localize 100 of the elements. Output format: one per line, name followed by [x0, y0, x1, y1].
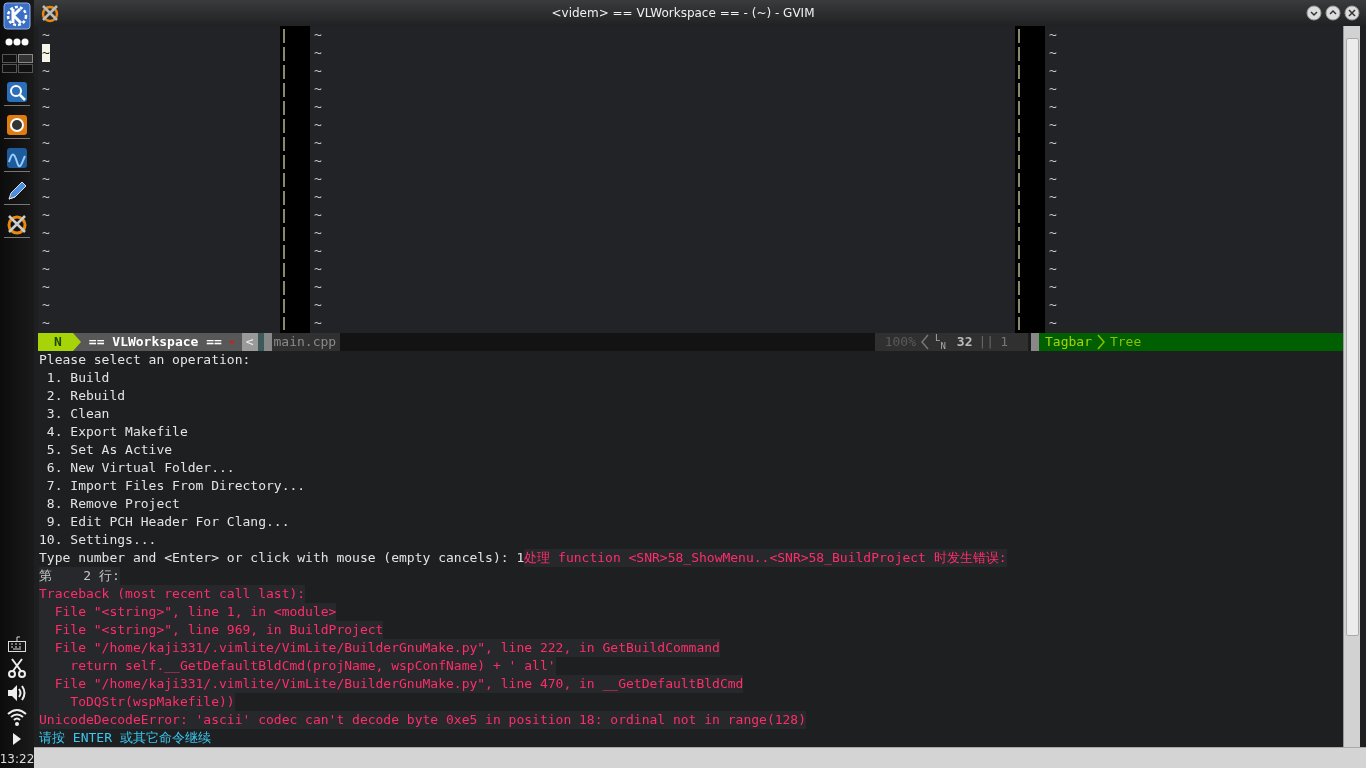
empty-line-marker: ~	[314, 98, 322, 116]
line-number: 32	[955, 333, 974, 351]
empty-line-marker: ~	[1049, 26, 1057, 44]
message-text: 9. Edit PCH Header For Clang...	[45, 513, 290, 531]
empty-line-marker: ~	[1049, 260, 1057, 278]
continue-prompt: 请按 ENTER 或其它命令继续	[39, 729, 211, 747]
empty-line-marker: ~	[314, 260, 322, 278]
empty-line-marker: ~	[1049, 242, 1057, 260]
empty-line-marker: ~	[42, 116, 50, 134]
empty-line-marker: ~	[314, 314, 322, 332]
error-message: File "<string>", line 969, in BuildProject	[39, 621, 384, 639]
crossed-tools-icon[interactable]	[40, 3, 60, 23]
desktop-pager-icon[interactable]	[1, 54, 33, 73]
buffer-tab[interactable]: main.cpp	[271, 333, 341, 351]
line-info: 第 2 行:	[39, 567, 120, 585]
empty-line-marker: ~	[314, 170, 322, 188]
error-message: File "/home/kaji331/.vimlite/VimLite/BuilderGnuMake.py", line 470, in __GetDefaultBldCmd	[39, 675, 744, 693]
empty-line-marker: ~	[1049, 44, 1057, 62]
empty-line-marker: ~	[42, 206, 50, 224]
empty-line-marker: ~	[1049, 278, 1057, 296]
empty-line-marker: ~	[42, 152, 50, 170]
error-message: 处理 function <SNR>58_ShowMenu..<SNR>58_BuildProject 时发生错误:	[524, 549, 1007, 567]
empty-line-marker: ~	[1049, 62, 1057, 80]
empty-line-marker: ~	[1049, 314, 1057, 332]
more-icon[interactable]	[5, 38, 29, 46]
wifi-icon[interactable]	[7, 708, 27, 726]
error-message: File "<string>", line 1, in <module>	[39, 603, 337, 621]
error-message: UnicodeDecodeError: 'ascii' codec can't decode byte 0xe5 in position 18: ordinal not in range(128)	[39, 711, 806, 729]
sidebar-view: Tree	[1108, 333, 1142, 351]
empty-line-marker: ~	[1049, 80, 1057, 98]
empty-line-marker: ~	[42, 224, 50, 242]
empty-line-marker: ~	[314, 116, 322, 134]
empty-line-marker: ~	[1049, 152, 1057, 170]
empty-line-marker: ~	[314, 206, 322, 224]
message-text: 4. Export Makefile	[45, 423, 188, 441]
window-separator[interactable]	[280, 26, 310, 333]
empty-line-marker: ~	[42, 188, 50, 206]
camera-icon[interactable]	[6, 114, 28, 136]
segment-arrow-icon[interactable]	[71, 333, 81, 351]
empty-line-marker: ~	[42, 62, 50, 80]
line-symbol: LN	[934, 334, 947, 350]
empty-line-marker: ~	[42, 278, 50, 296]
waveform-icon[interactable]	[6, 147, 28, 169]
empty-line-marker: ~	[42, 98, 50, 116]
maximize-icon[interactable]	[1325, 5, 1341, 21]
message-text: 1. Build	[45, 369, 110, 387]
message-text: Please select an operation:	[39, 351, 251, 369]
minimize-icon[interactable]	[1306, 5, 1322, 21]
empty-line-marker: ~	[314, 224, 322, 242]
empty-line-marker: ~	[1049, 224, 1057, 242]
message-text: 6. New Virtual Folder...	[45, 459, 235, 477]
empty-line-marker: ~	[1049, 116, 1057, 134]
empty-line-marker: ~	[314, 134, 322, 152]
message-text: 3. Clean	[45, 405, 110, 423]
pencil-icon[interactable]	[6, 180, 28, 202]
empty-line-marker: ~	[314, 62, 322, 80]
empty-line-marker: ~	[42, 170, 50, 188]
start-menu-icon[interactable]	[3, 2, 31, 30]
window-separator[interactable]	[1015, 26, 1045, 333]
clock: 13:22	[0, 752, 35, 766]
empty-line-marker: ~	[1049, 170, 1057, 188]
scrollbar[interactable]	[1343, 26, 1360, 747]
message-text: 8. Remove Project	[45, 495, 180, 513]
keyboard-icon[interactable]	[8, 636, 26, 652]
segment-chevron-icon[interactable]	[920, 333, 930, 351]
empty-line-marker: ~	[42, 314, 50, 332]
close-icon[interactable]	[1344, 5, 1360, 21]
empty-line-marker: ~	[42, 242, 50, 260]
message-text: 10. Settings...	[39, 531, 157, 549]
message-text: Type number and <Enter> or click with mouse (empty cancels): 1	[39, 549, 525, 567]
empty-line-marker: ~	[314, 152, 322, 170]
sidebar-name: Tagbar	[1044, 333, 1093, 351]
empty-line-marker: ~	[42, 80, 50, 98]
empty-line-marker: ~	[1049, 134, 1057, 152]
empty-line-marker: ~	[314, 296, 322, 314]
empty-line-marker: ~	[1049, 296, 1057, 314]
empty-line-marker: ~	[314, 26, 322, 44]
segment-chevron-icon[interactable]	[1095, 333, 1106, 351]
message-text: 2. Rebuild	[45, 387, 126, 405]
error-message: File "/home/kaji331/.vimlite/VimLite/BuilderGnuMake.py", line 222, in GetBuildCommand	[39, 639, 720, 657]
scissors-icon[interactable]	[8, 658, 26, 678]
empty-line-marker: ~	[314, 188, 322, 206]
window-marker	[1031, 333, 1039, 351]
empty-line-marker: ~	[314, 44, 322, 62]
empty-line-marker: ~	[314, 80, 322, 98]
magnifier-icon[interactable]	[6, 81, 28, 103]
empty-line-marker: ~	[42, 26, 50, 44]
volume-icon[interactable]	[7, 684, 27, 702]
empty-line-marker: ~	[42, 296, 50, 314]
message-text: 5. Set As Active	[45, 441, 173, 459]
empty-line-marker: ~	[42, 260, 50, 278]
empty-line-marker: ~	[314, 242, 322, 260]
empty-line-marker: ~	[1049, 206, 1057, 224]
crossed-tools-icon[interactable]	[6, 213, 28, 235]
column-number: 1	[999, 333, 1008, 351]
error-message: return self.__GetDefaultBldCmd(projName, wspConfName) + ' all'	[39, 657, 556, 675]
empty-line-marker: ~	[42, 134, 50, 152]
scrollbar-thumb[interactable]	[1345, 38, 1359, 636]
empty-line-marker: ~	[314, 278, 322, 296]
expand-arrow-icon[interactable]	[12, 732, 22, 746]
